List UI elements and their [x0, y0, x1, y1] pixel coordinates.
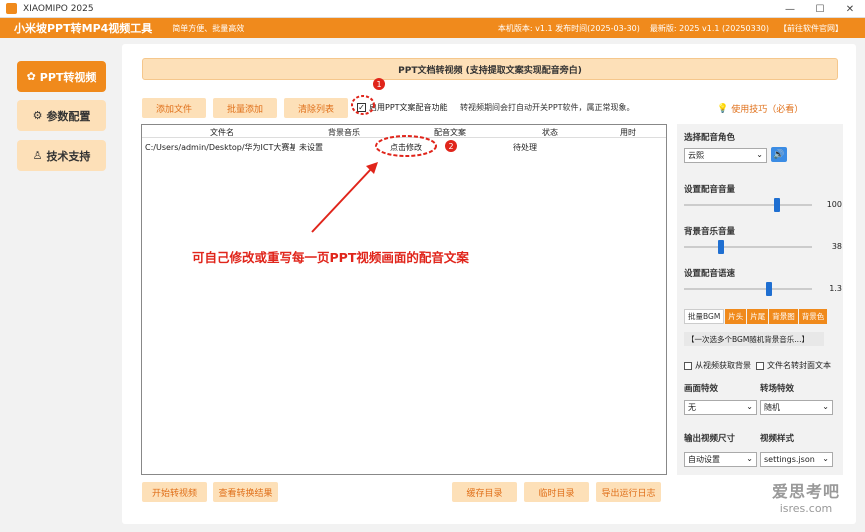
bg-volume-label: 背景音乐音量	[684, 227, 736, 237]
speed-label: 设置配音语速	[684, 269, 736, 279]
chevron-down-icon: ⌄	[746, 454, 753, 463]
bgm-tabs: 批量BGM 片头 片尾 背景图 背景色	[684, 309, 828, 324]
voice-volume-slider[interactable]: 100	[684, 198, 842, 212]
size-select[interactable]: 自动设置 ⌄	[684, 452, 757, 467]
bg-volume-value: 38	[831, 242, 842, 251]
view-result-button[interactable]: 查看转换结果	[213, 482, 278, 502]
effect-select[interactable]: 无 ⌄	[684, 400, 757, 415]
speed-value: 1.3	[829, 284, 842, 293]
watermark: 爱思考吧 isres.com	[772, 482, 841, 515]
tab-batch-bgm[interactable]: 批量BGM	[684, 309, 725, 324]
chevron-down-icon: ⌄	[822, 402, 829, 411]
voice-label: 选择配音角色	[684, 133, 736, 143]
speaker-icon[interactable]: 🔊	[771, 147, 787, 162]
slider-thumb[interactable]	[766, 282, 772, 296]
checkbox-highlight-ring	[351, 95, 375, 115]
tab-outro[interactable]: 片尾	[747, 309, 769, 324]
chevron-down-icon: ⌄	[822, 454, 829, 463]
slider-thumb[interactable]	[773, 198, 780, 212]
cache-dir-button[interactable]: 缓存目录	[452, 482, 517, 502]
bgm-random-button[interactable]: 【一次选多个BGM随机背景音乐...】	[684, 332, 824, 346]
size-label: 输出视频尺寸	[684, 434, 736, 444]
video-bg-checkbox[interactable]: 从视频获取背景	[684, 360, 751, 371]
effect-label: 画面特效	[684, 384, 719, 394]
voice-volume-label: 设置配音音量	[684, 185, 736, 195]
annotation-text: 可自己修改或重写每一页PPT视频画面的配音文案	[192, 250, 469, 265]
temp-dir-button[interactable]: 临时目录	[524, 482, 589, 502]
tab-bg-color[interactable]: 背景色	[798, 309, 828, 324]
transition-select[interactable]: 随机 ⌄	[760, 400, 833, 415]
transition-label: 转场特效	[760, 384, 795, 394]
voice-volume-value: 100	[826, 200, 842, 209]
start-convert-button[interactable]: 开始转视频	[142, 482, 207, 502]
chevron-down-icon: ⌄	[746, 402, 753, 411]
style-label: 视频样式	[760, 434, 795, 444]
badge-2-text: 2	[448, 142, 453, 151]
tab-bg-image[interactable]: 背景图	[769, 309, 798, 324]
chevron-down-icon: ⌄	[756, 150, 763, 159]
export-log-button[interactable]: 导出运行日志	[596, 482, 661, 502]
bg-volume-slider[interactable]: 38	[684, 240, 842, 254]
annotation-arrow	[311, 167, 373, 233]
badge-1-text: 1	[376, 80, 381, 89]
settings-panel	[677, 124, 843, 475]
cell-highlight-ring	[375, 135, 437, 157]
speed-slider[interactable]: 1.3	[684, 282, 842, 296]
slider-thumb[interactable]	[718, 240, 725, 254]
voice-select[interactable]: 云熙 ⌄	[684, 148, 767, 163]
tab-intro[interactable]: 片头	[725, 309, 747, 324]
filename-cover-checkbox[interactable]: 文件名转封面文本	[756, 360, 831, 371]
style-select[interactable]: settings.json ⌄	[760, 452, 833, 467]
